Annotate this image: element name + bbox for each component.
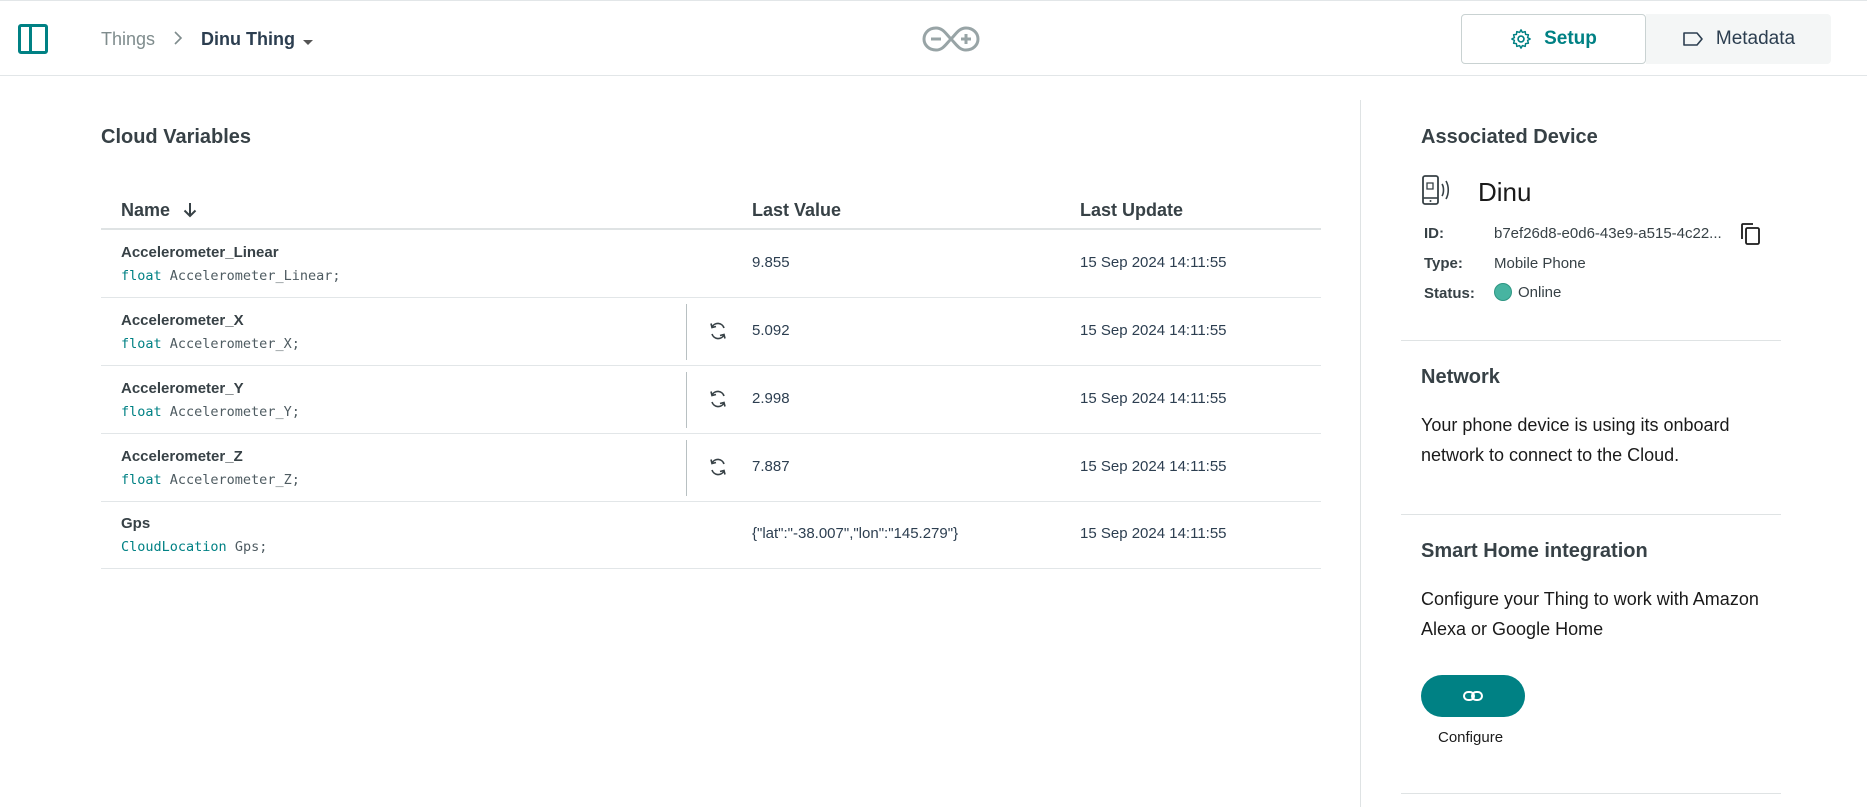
associated-device-title: Associated Device [1421, 126, 1598, 148]
variable-last-update: 15 Sep 2024 14:11:55 [1080, 254, 1227, 271]
variable-declaration: float Accelerometer_X; [121, 336, 300, 352]
configure-label: Configure [1438, 729, 1504, 746]
tab-metadata[interactable]: Metadata [1646, 14, 1831, 64]
thing-name-dropdown[interactable]: Dinu Thing [201, 28, 314, 50]
device-type-value: Mobile Phone [1494, 255, 1586, 272]
sync-icon[interactable] [708, 321, 728, 341]
variable-last-value: {"lat":"-38.007","lon":"145.279"} [752, 525, 959, 542]
table-row[interactable]: Accelerometer_X float Accelerometer_X; 5… [101, 298, 1321, 366]
breadcrumb: Things Dinu Thing [101, 25, 314, 53]
variable-name: Accelerometer_Z [121, 448, 243, 465]
variable-last-update: 15 Sep 2024 14:11:55 [1080, 322, 1227, 339]
section-divider [1401, 793, 1781, 794]
table-row[interactable]: Accelerometer_Y float Accelerometer_Y; 2… [101, 366, 1321, 434]
variable-declaration: float Accelerometer_Y; [121, 404, 300, 420]
variable-last-value: 7.887 [752, 458, 790, 475]
copy-icon[interactable] [1738, 222, 1762, 246]
column-header-last-value: Last Value [752, 200, 842, 220]
mobile-phone-icon [1422, 175, 1450, 205]
network-description: Your phone device is using its onboard n… [1421, 415, 1730, 465]
row-divider [686, 304, 687, 360]
section-divider [1401, 514, 1781, 515]
device-id-value: b7ef26d8-e0d6-43e9-a515-4c22... [1494, 225, 1722, 242]
section-divider [1401, 340, 1781, 341]
sync-icon[interactable] [708, 389, 728, 409]
sync-icon[interactable] [708, 457, 728, 477]
variable-last-update: 15 Sep 2024 14:11:55 [1080, 458, 1227, 475]
device-id-label: ID: [1424, 225, 1444, 242]
variable-name: Accelerometer_Linear [121, 244, 279, 261]
sidebar-toggle-icon[interactable] [18, 24, 48, 54]
chevron-right-icon [173, 29, 183, 50]
tab-metadata-label: Metadata [1715, 28, 1796, 49]
column-name-label: Name [121, 200, 171, 220]
variable-last-update: 15 Sep 2024 14:11:55 [1080, 390, 1227, 407]
configure-button[interactable] [1421, 675, 1525, 717]
smart-home-title: Smart Home integration [1421, 540, 1648, 562]
cloud-variables-title: Cloud Variables [101, 126, 252, 148]
top-bar: Things Dinu Thing Setup Metadata [0, 0, 1867, 76]
link-icon [1463, 691, 1483, 701]
smart-home-description: Configure your Thing to work with Amazon… [1421, 589, 1759, 639]
variable-last-value: 9.855 [752, 254, 790, 271]
arduino-logo-icon [922, 26, 980, 52]
device-status: Online [1494, 283, 1561, 301]
variable-declaration: float Accelerometer_Linear; [121, 268, 341, 284]
variable-name: Accelerometer_Y [121, 380, 244, 397]
device-name: Dinu [1478, 177, 1532, 207]
arrow-down-icon [183, 202, 197, 223]
column-header-name[interactable]: Name [121, 200, 197, 223]
variable-declaration: float Accelerometer_Z; [121, 472, 300, 488]
tag-icon [1682, 31, 1704, 47]
status-online-icon [1494, 283, 1512, 301]
gear-icon [1510, 28, 1532, 50]
caret-down-icon [303, 39, 314, 45]
panel-divider [1360, 100, 1361, 807]
column-header-last-update: Last Update [1080, 200, 1184, 220]
variable-name: Gps [121, 515, 151, 532]
device-status-label: Status: [1424, 285, 1475, 302]
network-title: Network [1421, 366, 1500, 388]
table-row[interactable]: Gps CloudLocation Gps; {"lat":"-38.007",… [101, 501, 1321, 569]
variable-last-value: 2.998 [752, 390, 790, 407]
device-type-label: Type: [1424, 255, 1463, 272]
thing-name-label: Dinu Thing [201, 28, 296, 49]
device-status-value: Online [1518, 284, 1562, 301]
variable-name: Accelerometer_X [121, 312, 244, 329]
tab-setup-label: Setup [1544, 28, 1597, 49]
variable-declaration: CloudLocation Gps; [121, 539, 268, 555]
table-row[interactable]: Accelerometer_Linear float Accelerometer… [101, 230, 1321, 298]
row-divider [686, 372, 687, 428]
variable-last-update: 15 Sep 2024 14:11:55 [1080, 525, 1227, 542]
row-divider [686, 440, 687, 496]
breadcrumb-things-link[interactable]: Things [101, 29, 155, 50]
table-row[interactable]: Accelerometer_Z float Accelerometer_Z; 7… [101, 434, 1321, 502]
tab-setup[interactable]: Setup [1461, 14, 1646, 64]
variable-last-value: 5.092 [752, 322, 790, 339]
